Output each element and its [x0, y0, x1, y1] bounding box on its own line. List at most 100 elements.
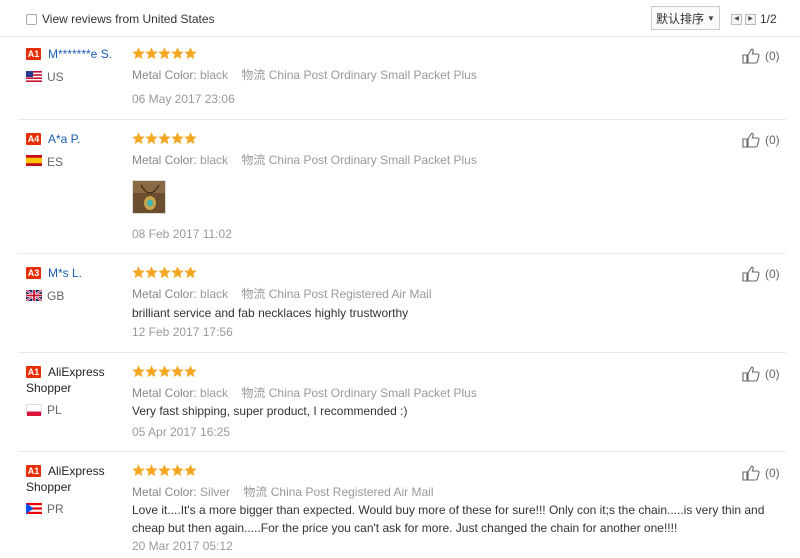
- flag-pl-icon: [26, 404, 42, 416]
- thumbs-up-icon: [742, 465, 760, 481]
- star-icon: [145, 47, 158, 60]
- meta-label: Metal Color:: [132, 386, 197, 400]
- shipping-label: 物流: [241, 287, 266, 301]
- star-rating: [132, 47, 197, 60]
- star-rating: [132, 266, 197, 279]
- star-icon: [184, 365, 197, 378]
- us-filter-checkbox[interactable]: [26, 13, 37, 25]
- helpful-button[interactable]: (0): [742, 48, 780, 64]
- star-icon: [171, 47, 184, 60]
- buyer-level-badge: A4: [26, 133, 41, 145]
- review-meta: Metal Color: black 物流 China Post Ordinar…: [132, 66, 477, 83]
- star-icon: [132, 266, 145, 279]
- star-icon: [184, 132, 197, 145]
- review-divider: [18, 352, 786, 353]
- shipping-label: 物流: [243, 485, 268, 499]
- thumbs-up-icon: [742, 266, 760, 282]
- star-icon: [132, 365, 145, 378]
- helpful-button[interactable]: (0): [742, 266, 780, 282]
- sort-dropdown[interactable]: 默认排序 ▼: [651, 6, 720, 30]
- review-divider: [18, 119, 786, 120]
- reviewer-name[interactable]: AliExpress Shopper: [26, 364, 116, 396]
- review-meta: Metal Color: Silver 物流 China Post Regist…: [132, 483, 434, 500]
- star-rating: [132, 132, 197, 145]
- shipping-label: 物流: [241, 153, 266, 167]
- star-icon: [145, 132, 158, 145]
- star-icon: [158, 266, 171, 279]
- star-icon: [171, 365, 184, 378]
- shipping-label: 物流: [241, 68, 266, 82]
- pagination: ◀ ▶ 1/2: [731, 12, 777, 26]
- shipping-method: China Post Ordinary Small Packet Plus: [268, 68, 477, 82]
- buyer-level-badge: A1: [26, 48, 41, 60]
- star-icon: [184, 464, 197, 477]
- star-icon: [145, 464, 158, 477]
- review-date: 08 Feb 2017 11:02: [132, 227, 232, 241]
- reviewer-country: US: [47, 70, 64, 84]
- shipping-method: China Post Registered Air Mail: [270, 485, 434, 499]
- review-date: 20 Mar 2017 05:12: [132, 539, 233, 553]
- review-meta: Metal Color: black 物流 China Post Registe…: [132, 285, 432, 302]
- chevron-left-icon[interactable]: ◀: [731, 13, 742, 25]
- meta-label: Metal Color:: [132, 68, 197, 82]
- chevron-down-icon: ▼: [707, 13, 715, 23]
- review-divider: [18, 253, 786, 254]
- star-icon: [158, 464, 171, 477]
- helpful-button[interactable]: (0): [742, 465, 780, 481]
- helpful-count: (0): [765, 133, 780, 147]
- helpful-button[interactable]: (0): [742, 366, 780, 382]
- review-text: brilliant service and fab necklaces high…: [132, 306, 409, 320]
- us-filter-label[interactable]: View reviews from United States: [42, 12, 215, 26]
- star-icon: [132, 132, 145, 145]
- star-icon: [158, 365, 171, 378]
- helpful-button[interactable]: (0): [742, 132, 780, 148]
- star-rating: [132, 365, 197, 378]
- thumbs-up-icon: [742, 48, 760, 64]
- review-text: Love it....It's a more bigger than expec…: [132, 503, 765, 535]
- review-photo-thumbnail[interactable]: [132, 180, 166, 214]
- necklace-photo: [133, 181, 165, 213]
- star-icon: [171, 266, 184, 279]
- review-meta: Metal Color: black 物流 China Post Ordinar…: [132, 384, 477, 401]
- star-icon: [132, 464, 145, 477]
- page-indicator: 1/2: [760, 12, 777, 26]
- chevron-right-icon[interactable]: ▶: [745, 13, 756, 25]
- star-icon: [184, 266, 197, 279]
- shipping-method: China Post Registered Air Mail: [268, 287, 432, 301]
- meta-value: black: [200, 68, 229, 82]
- reviewer-name[interactable]: M*s L.: [48, 265, 118, 281]
- meta-label: Metal Color:: [132, 287, 197, 301]
- review-text: Very fast shipping, super product, I rec…: [132, 404, 408, 418]
- reviewer-name[interactable]: M*******e S.: [48, 46, 118, 62]
- star-icon: [145, 365, 158, 378]
- review-meta: Metal Color: black 物流 China Post Ordinar…: [132, 151, 477, 168]
- shipping-method: China Post Ordinary Small Packet Plus: [268, 153, 477, 167]
- reviewer-country: ES: [47, 155, 64, 169]
- review-date: 05 Apr 2017 16:25: [132, 425, 231, 439]
- helpful-count: (0): [765, 367, 780, 381]
- star-rating: [132, 464, 197, 477]
- star-icon: [158, 47, 171, 60]
- meta-value: black: [200, 287, 229, 301]
- meta-label: Metal Color:: [132, 153, 197, 167]
- flag-us-icon: [26, 71, 42, 82]
- meta-value: black: [200, 386, 229, 400]
- helpful-count: (0): [765, 466, 780, 480]
- buyer-level-badge: A3: [26, 267, 41, 279]
- star-icon: [132, 47, 145, 60]
- review-divider: [18, 451, 786, 452]
- reviewer-country: PL: [47, 403, 62, 417]
- star-icon: [158, 132, 171, 145]
- star-icon: [171, 464, 184, 477]
- star-icon: [184, 47, 197, 60]
- reviewer-name[interactable]: AliExpress Shopper: [26, 463, 116, 495]
- sort-label[interactable]: 默认排序: [656, 10, 704, 27]
- us-reviews-filter[interactable]: View reviews from United States: [26, 12, 215, 26]
- reviewer-name[interactable]: A*a P.: [48, 131, 118, 147]
- review-date: 12 Feb 2017 17:56: [132, 325, 233, 339]
- meta-label: Metal Color:: [132, 485, 197, 499]
- star-icon: [145, 266, 158, 279]
- thumbs-up-icon: [742, 132, 760, 148]
- review-date: 06 May 2017 23:06: [132, 92, 235, 106]
- meta-value: Silver: [200, 485, 231, 499]
